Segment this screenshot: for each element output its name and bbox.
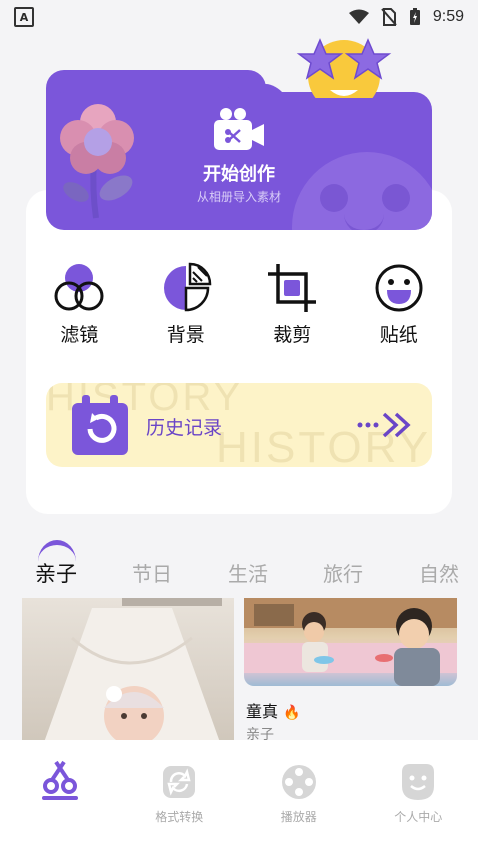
sticker-icon (375, 264, 423, 312)
notification-a-icon: A (14, 7, 34, 27)
history-button[interactable]: HISTORY HISTORY 历史记录 (46, 383, 432, 467)
nav-profile-label: 个人中心 (394, 810, 443, 824)
nav-video-edit[interactable] (0, 740, 120, 849)
tool-filter-label: 滤镜 (60, 324, 99, 346)
flower-decoration (60, 104, 134, 219)
nav-profile[interactable]: 个人中心 (359, 740, 478, 849)
profile-icon (402, 764, 435, 800)
crop-icon (268, 264, 317, 312)
clock: 9:59 (432, 8, 464, 25)
history-calendar-icon (72, 395, 128, 455)
baby-photo-image (44, 598, 222, 740)
video-camera-icon (214, 108, 264, 150)
tool-sticker-label: 贴纸 (379, 324, 418, 346)
photo-grid: 童真 🔥 亲子 (0, 598, 478, 740)
tool-crop[interactable]: 裁剪 (252, 262, 332, 362)
start-create-title: 开始创作 (203, 164, 275, 185)
nav-player-label: 播放器 (280, 810, 317, 824)
status-bar: A 9:59 (0, 0, 478, 34)
tool-crop-label: 裁剪 (273, 324, 312, 346)
nav-format-convert[interactable]: 格式转换 (120, 740, 240, 849)
player-icon (281, 765, 316, 799)
category-tabs: 亲子 节日 生活 旅行 自然 (0, 552, 478, 592)
tab-ziran[interactable]: 自然 (419, 558, 459, 587)
start-create-subtitle: 从相册导入素材 (196, 190, 281, 204)
wifi-icon (348, 9, 369, 24)
photo-title: 童真 🔥 (246, 702, 301, 721)
nav-player[interactable]: 播放器 (239, 740, 359, 849)
video-edit-icon (41, 760, 78, 800)
tab-shenghuo[interactable]: 生活 (228, 558, 268, 587)
kids-photo-image (244, 598, 457, 686)
history-label: 历史记录 (146, 417, 223, 439)
arrow-right-icon (357, 412, 411, 438)
filter-icon (54, 264, 104, 311)
tool-sticker[interactable]: 贴纸 (359, 262, 439, 362)
star-eyes-emoji-decoration (296, 38, 392, 98)
tool-filter[interactable]: 滤镜 (39, 262, 119, 362)
fire-icon: 🔥 (283, 705, 301, 721)
tab-qinzi[interactable]: 亲子 (35, 558, 77, 588)
format-convert-icon (163, 766, 196, 798)
background-icon (163, 262, 212, 312)
battery-charging-icon (409, 8, 420, 25)
photo-tag: 亲子 (246, 727, 274, 740)
tab-jieri[interactable]: 节日 (132, 558, 172, 587)
nav-format-convert-label: 格式转换 (155, 810, 204, 824)
tools-row: 滤镜 背景 裁剪 贴纸 (26, 262, 452, 362)
tool-background-label: 背景 (166, 324, 205, 346)
no-sim-icon (381, 8, 397, 26)
photo-card-baby[interactable] (22, 598, 234, 740)
tab-lvxing[interactable]: 旅行 (323, 558, 363, 587)
tool-background[interactable]: 背景 (146, 262, 226, 362)
bottom-nav: 格式转换 播放器 个人中心 (0, 740, 478, 849)
photo-card-kids[interactable] (244, 598, 457, 686)
